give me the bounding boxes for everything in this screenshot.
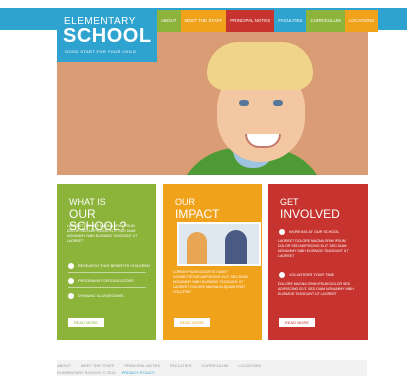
bullet-icon bbox=[68, 293, 74, 299]
nav-item-faculties[interactable]: FACULTIES bbox=[274, 10, 307, 32]
bullet-icon bbox=[68, 263, 74, 269]
logo[interactable]: ELEMENTARY SCHOOL GOOD START FOR YOUR CH… bbox=[57, 8, 157, 62]
involved-read-more-button[interactable]: READ MORE bbox=[279, 318, 315, 327]
footer-link-about[interactable]: ABOUT bbox=[57, 363, 71, 368]
bullet-icon bbox=[279, 272, 285, 278]
copyright-text: ELEMENTARY SCHOOL © 2015 bbox=[57, 370, 116, 375]
divider bbox=[68, 272, 146, 273]
what-item-classrooms[interactable]: DYNAMIC CLASSROOMS bbox=[68, 293, 123, 299]
impact-box-title: OUR IMPACT bbox=[175, 196, 219, 220]
involved-title-big: INVOLVED bbox=[280, 207, 340, 221]
footer-nav: ABOUT MEET THE STAFF PRINCIPAL NOTES FAC… bbox=[57, 363, 261, 368]
nav-item-principal-notes[interactable]: PRINCIPAL NOTES bbox=[226, 10, 275, 32]
impact-read-more-button[interactable]: READ MORE bbox=[174, 318, 210, 327]
involved-item-label: VOLUNTEER YOUR TIME bbox=[289, 273, 335, 277]
footer-copyright: ELEMENTARY SCHOOL © 2015 PRIVACY POLICY bbox=[57, 370, 155, 375]
what-item-label: RESEARCH THAT BENEFITS CHILDREN bbox=[78, 264, 150, 268]
involved-item-label: WORKING AT OUR SCHOOL bbox=[289, 230, 340, 234]
impact-photo bbox=[177, 222, 261, 266]
involved-description-1: LAOREET DOLORE MAGNA ORIM IPSUM DOLOR SE… bbox=[278, 239, 349, 258]
what-is-our-school-box: WHAT IS OUR SCHOOL? LAOREET DOLORE MAGNA… bbox=[57, 184, 156, 340]
footer-link-locations[interactable]: LOCATIONS bbox=[238, 363, 261, 368]
nav-item-meet-the-staff[interactable]: MEET THE STAFF bbox=[180, 10, 227, 32]
logo-tagline: GOOD START FOR YOUR CHILD bbox=[65, 49, 137, 54]
what-item-label: PROGRAMS FOR EDUCATORS bbox=[78, 279, 134, 283]
what-description: LAOREET DOLORE MAGNA ORIM IPSUM DOLOR SE… bbox=[67, 224, 138, 243]
footer-link-faculties[interactable]: FACULTIES bbox=[170, 363, 192, 368]
footer-link-curriculum[interactable]: CURRICULUM bbox=[201, 363, 228, 368]
what-read-more-button[interactable]: READ MORE bbox=[68, 318, 104, 327]
hero-eye-right bbox=[273, 100, 283, 106]
bullet-icon bbox=[68, 278, 74, 284]
get-involved-box: GET INVOLVED WORKING AT OUR SCHOOL LAORE… bbox=[268, 184, 368, 340]
logo-line2: SCHOOL bbox=[63, 25, 152, 47]
what-item-label: DYNAMIC CLASSROOMS bbox=[78, 294, 124, 298]
impact-title-big: IMPACT bbox=[175, 207, 220, 221]
hero-hair bbox=[207, 42, 313, 90]
nav-item-locations[interactable]: LOCATIONS bbox=[344, 10, 379, 32]
divider bbox=[68, 287, 146, 288]
footer: ABOUT MEET THE STAFF PRINCIPAL NOTES FAC… bbox=[57, 360, 367, 376]
hero-eye-left bbox=[239, 100, 249, 106]
involved-description-2: DOLORE MAGNA ORIM IPSUM DOLOR SED ADIPIS… bbox=[278, 282, 354, 296]
nav-item-about[interactable]: ABOUT bbox=[157, 10, 181, 32]
involved-item-working[interactable]: WORKING AT OUR SCHOOL bbox=[279, 229, 340, 235]
nav-item-curriculum[interactable]: CURRICULUM bbox=[306, 10, 345, 32]
bullet-icon bbox=[279, 229, 285, 235]
footer-link-principal-notes[interactable]: PRINCIPAL NOTES bbox=[124, 363, 160, 368]
involved-box-title: GET INVOLVED bbox=[280, 196, 340, 220]
privacy-policy-link[interactable]: PRIVACY POLICY bbox=[122, 370, 155, 375]
what-item-research[interactable]: RESEARCH THAT BENEFITS CHILDREN bbox=[68, 263, 150, 269]
what-item-programs[interactable]: PROGRAMS FOR EDUCATORS bbox=[68, 278, 134, 284]
photo-child bbox=[187, 232, 207, 264]
photo-teacher bbox=[225, 230, 247, 264]
main-nav: ABOUT MEET THE STAFF PRINCIPAL NOTES FAC… bbox=[157, 10, 379, 32]
our-impact-box: OUR IMPACT LOREM IPSUM DOLOR SIT AMET CO… bbox=[163, 184, 262, 340]
impact-description: LOREM IPSUM DOLOR SIT AMET CONSECTETUR A… bbox=[173, 270, 248, 294]
footer-link-meet-the-staff[interactable]: MEET THE STAFF bbox=[81, 363, 115, 368]
involved-item-volunteer[interactable]: VOLUNTEER YOUR TIME bbox=[279, 272, 334, 278]
